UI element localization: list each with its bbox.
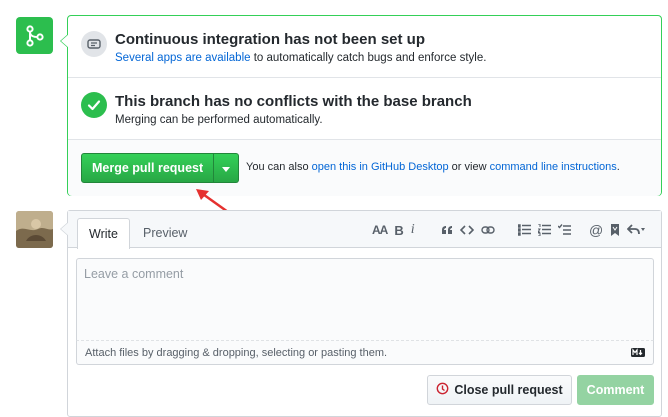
conflict-subtitle: Merging can be performed automatically. <box>115 114 323 126</box>
caret-down-icon <box>222 159 231 177</box>
close-pull-request-label: Close pull request <box>454 383 563 397</box>
merge-button-group: Merge pull request <box>81 153 240 183</box>
text-toolbar: AA B i <box>372 220 422 240</box>
command-line-link[interactable]: command line instructions <box>490 161 617 173</box>
mention-icon[interactable]: @ <box>589 220 603 240</box>
header-button[interactable]: AA <box>372 220 388 240</box>
merge-note-middle: or view <box>448 161 490 173</box>
close-pull-request-button[interactable]: Close pull request <box>427 375 572 405</box>
open-desktop-link[interactable]: open this in GitHub Desktop <box>312 161 449 173</box>
comment-button[interactable]: Comment <box>577 375 654 405</box>
ci-section: Continuous integration has not been set … <box>68 16 661 78</box>
conflict-section: This branch has no conflicts with the ba… <box>68 78 661 140</box>
merge-actions: Merge pull request You can also open thi… <box>68 140 661 196</box>
tab-write[interactable]: Write <box>77 218 130 249</box>
attach-files-text: Attach files by dragging & dropping, sel… <box>85 347 388 359</box>
ordered-list-icon[interactable] <box>538 220 551 240</box>
italic-button[interactable]: i <box>411 220 415 240</box>
mention-toolbar: @ <box>589 220 652 240</box>
quote-icon[interactable] <box>441 220 453 240</box>
list-toolbar <box>518 220 578 240</box>
attach-files-bar[interactable]: Attach files by dragging & dropping, sel… <box>76 341 654 365</box>
comment-textarea[interactable]: Leave a comment <box>76 258 654 341</box>
merge-method-dropdown[interactable] <box>214 153 240 183</box>
comment-tabs: Write Preview AA B i @ <box>68 211 661 249</box>
bold-button[interactable]: B <box>394 220 403 240</box>
git-merge-icon <box>16 17 53 54</box>
ci-subtitle-text: to automatically catch bugs and enforce … <box>250 52 487 64</box>
ci-icon <box>81 31 107 57</box>
merge-panel: Continuous integration has not been set … <box>60 15 662 196</box>
apps-available-link[interactable]: Several apps are available <box>115 52 251 64</box>
tab-preview[interactable]: Preview <box>132 218 198 248</box>
comment-form: Write Preview AA B i @ Leave a comment A… <box>60 210 662 417</box>
avatar[interactable] <box>16 211 53 248</box>
merge-note-prefix: You can also <box>246 161 312 173</box>
code-icon[interactable] <box>460 220 474 240</box>
markdown-icon[interactable] <box>631 348 645 360</box>
check-icon <box>81 92 107 118</box>
unordered-list-icon[interactable] <box>518 220 531 240</box>
merge-note-suffix: . <box>616 161 620 173</box>
insert-toolbar <box>441 220 502 240</box>
close-pr-icon <box>436 382 449 398</box>
ci-subtitle: Several apps are available to automatica… <box>115 52 486 64</box>
link-icon[interactable] <box>481 220 495 240</box>
merge-note: You can also open this in GitHub Desktop… <box>246 161 620 173</box>
merge-pull-request-button[interactable]: Merge pull request <box>81 153 215 183</box>
bookmark-icon[interactable] <box>610 220 620 240</box>
reply-icon[interactable] <box>627 220 646 240</box>
task-list-icon[interactable] <box>558 220 571 240</box>
conflict-title: This branch has no conflicts with the ba… <box>115 93 472 110</box>
ci-title: Continuous integration has not been set … <box>115 31 425 48</box>
